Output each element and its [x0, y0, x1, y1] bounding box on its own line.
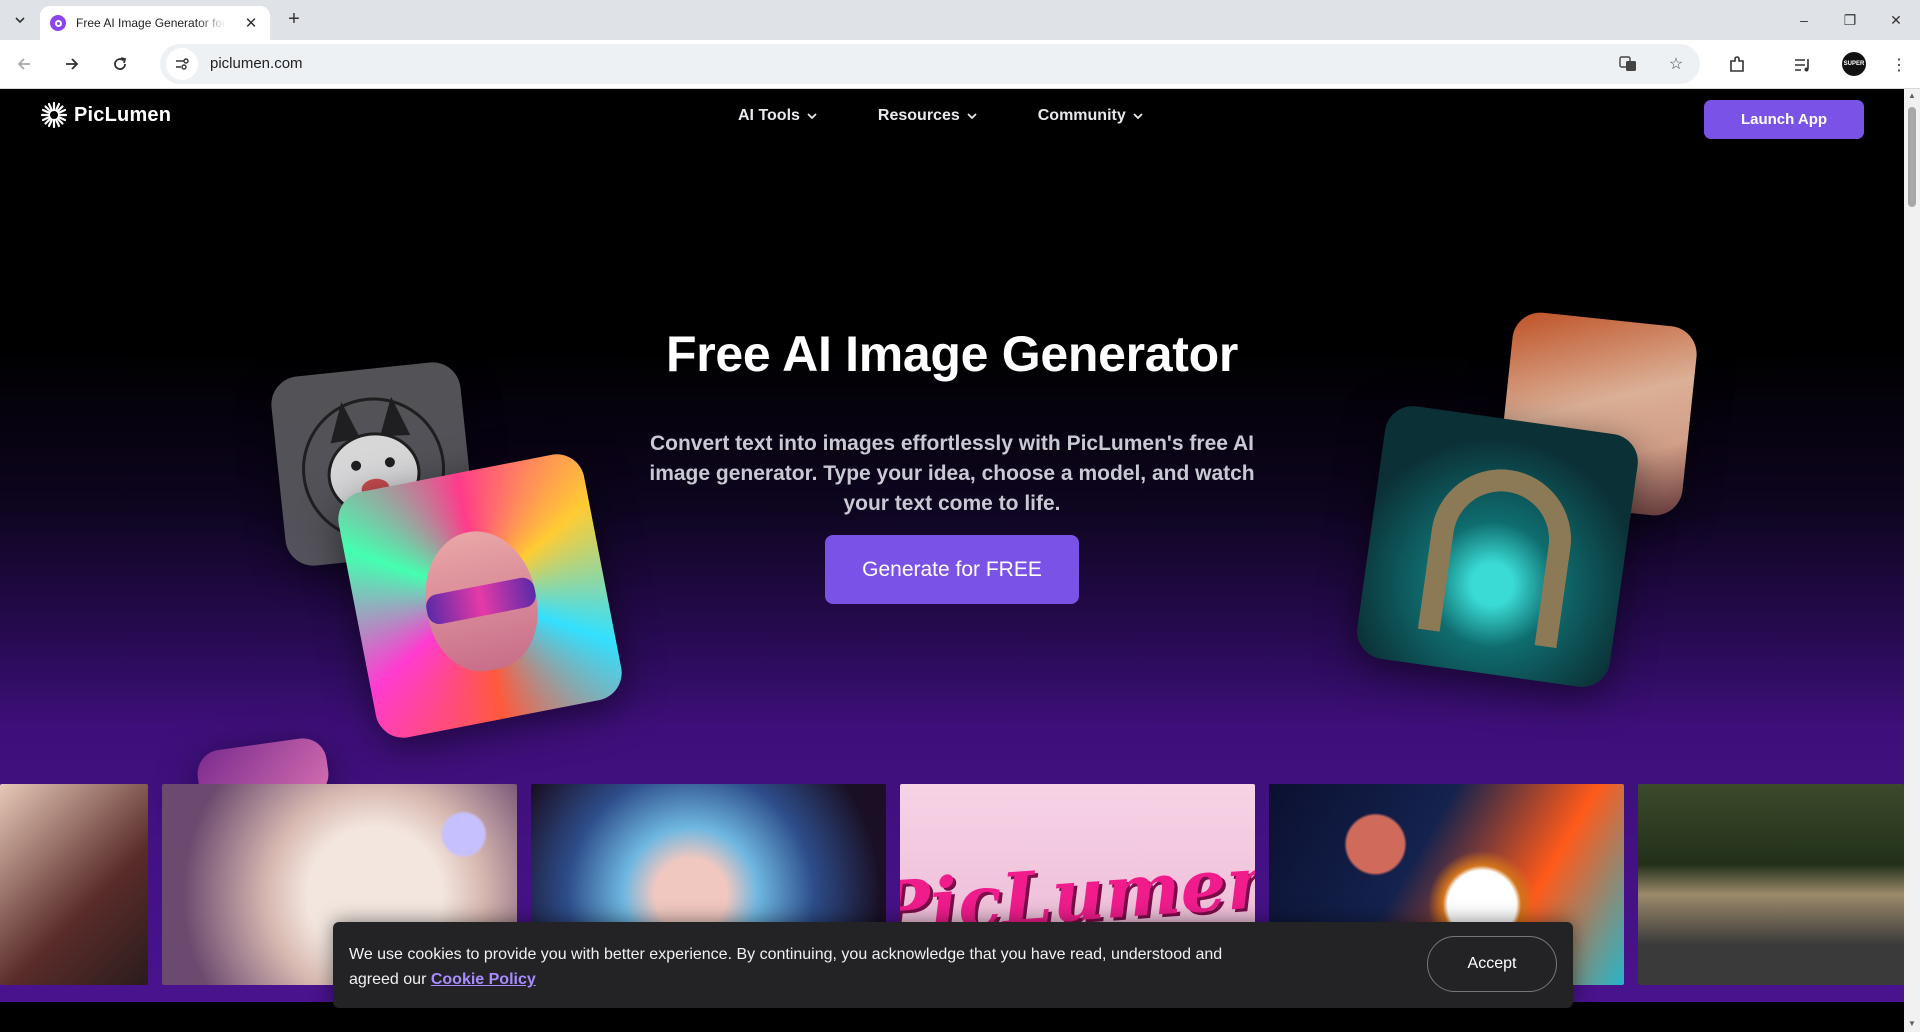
generate-free-button[interactable]: Generate for FREE — [825, 535, 1079, 604]
scroll-thumb[interactable] — [1908, 107, 1916, 207]
nav-community-label: Community — [1037, 107, 1126, 124]
browser-menu-icon[interactable]: ⋮ — [1886, 52, 1912, 78]
site-nav: AI Tools Resources Community — [738, 107, 1204, 125]
nav-ai-tools[interactable]: AI Tools — [738, 107, 818, 125]
restore-icon[interactable]: ❐ — [1836, 6, 1864, 34]
bookmark-star-icon[interactable]: ☆ — [1664, 52, 1688, 76]
piclumen-favicon-icon — [50, 15, 66, 31]
browser-tab-active[interactable]: Free AI Image Generator for ✕ — [40, 6, 270, 40]
minimize-icon[interactable]: – — [1790, 6, 1818, 34]
cookie-text: We use cookies to provide you with bette… — [349, 942, 1249, 992]
underwater-arch-art-card — [1353, 402, 1642, 691]
chevron-down-icon — [967, 113, 977, 120]
tab-title: Free AI Image Generator for — [76, 16, 226, 30]
translate-icon[interactable] — [1616, 52, 1640, 76]
hero-title: Free AI Image Generator — [665, 326, 1238, 382]
nav-resources-label: Resources — [877, 107, 960, 124]
extensions-icon[interactable] — [1724, 52, 1750, 78]
chevron-down-icon — [1133, 113, 1143, 120]
gallery-image-rally-car[interactable] — [1638, 784, 1904, 985]
reload-icon[interactable] — [106, 50, 134, 78]
nav-ai-tools-label: AI Tools — [738, 107, 800, 124]
page-scrollbar[interactable]: ▲ ▼ — [1904, 89, 1920, 1032]
nav-community[interactable]: Community — [1038, 107, 1144, 125]
site-info-icon[interactable] — [166, 48, 198, 80]
scroll-down-icon[interactable]: ▼ — [1907, 1019, 1917, 1028]
nav-resources[interactable]: Resources — [878, 107, 978, 125]
scroll-up-icon[interactable]: ▲ — [1907, 91, 1917, 100]
launch-app-button[interactable]: Launch App — [1704, 100, 1864, 139]
address-bar[interactable]: piclumen.com ☆ — [160, 44, 1700, 84]
neon-girl-art-card — [333, 449, 627, 743]
browser-toolbar: piclumen.com ☆ ⋮ — [0, 40, 1920, 89]
hero-subtitle: Convert text into images effortlessly wi… — [649, 432, 1255, 515]
piclumen-logo-icon — [40, 101, 68, 129]
logo-text: PicLumen — [74, 103, 172, 126]
chevron-down-icon — [807, 113, 817, 120]
cookie-banner: We use cookies to provide you with bette… — [333, 922, 1573, 1008]
cookie-policy-link[interactable]: Cookie Policy — [431, 971, 536, 988]
page-viewport: PicLumen AI Tools Resources Community La… — [0, 89, 1904, 1032]
profile-avatar[interactable]: SUPER — [1842, 52, 1866, 76]
tab-close-icon[interactable]: ✕ — [242, 14, 260, 32]
media-control-icon[interactable] — [1790, 52, 1816, 78]
tab-search-icon[interactable] — [8, 8, 32, 32]
forward-icon[interactable] — [58, 50, 86, 78]
piclumen-logo[interactable]: PicLumen — [40, 101, 171, 129]
window-close-icon[interactable]: ✕ — [1882, 6, 1910, 34]
url-text: piclumen.com — [210, 55, 303, 72]
browser-tabstrip: Free AI Image Generator for ✕ + – ❐ ✕ — [0, 0, 1920, 40]
accept-cookies-button[interactable]: Accept — [1427, 936, 1557, 992]
new-tab-icon[interactable]: + — [282, 8, 306, 32]
gallery-image-anime[interactable] — [0, 784, 148, 985]
back-icon[interactable] — [10, 50, 38, 78]
